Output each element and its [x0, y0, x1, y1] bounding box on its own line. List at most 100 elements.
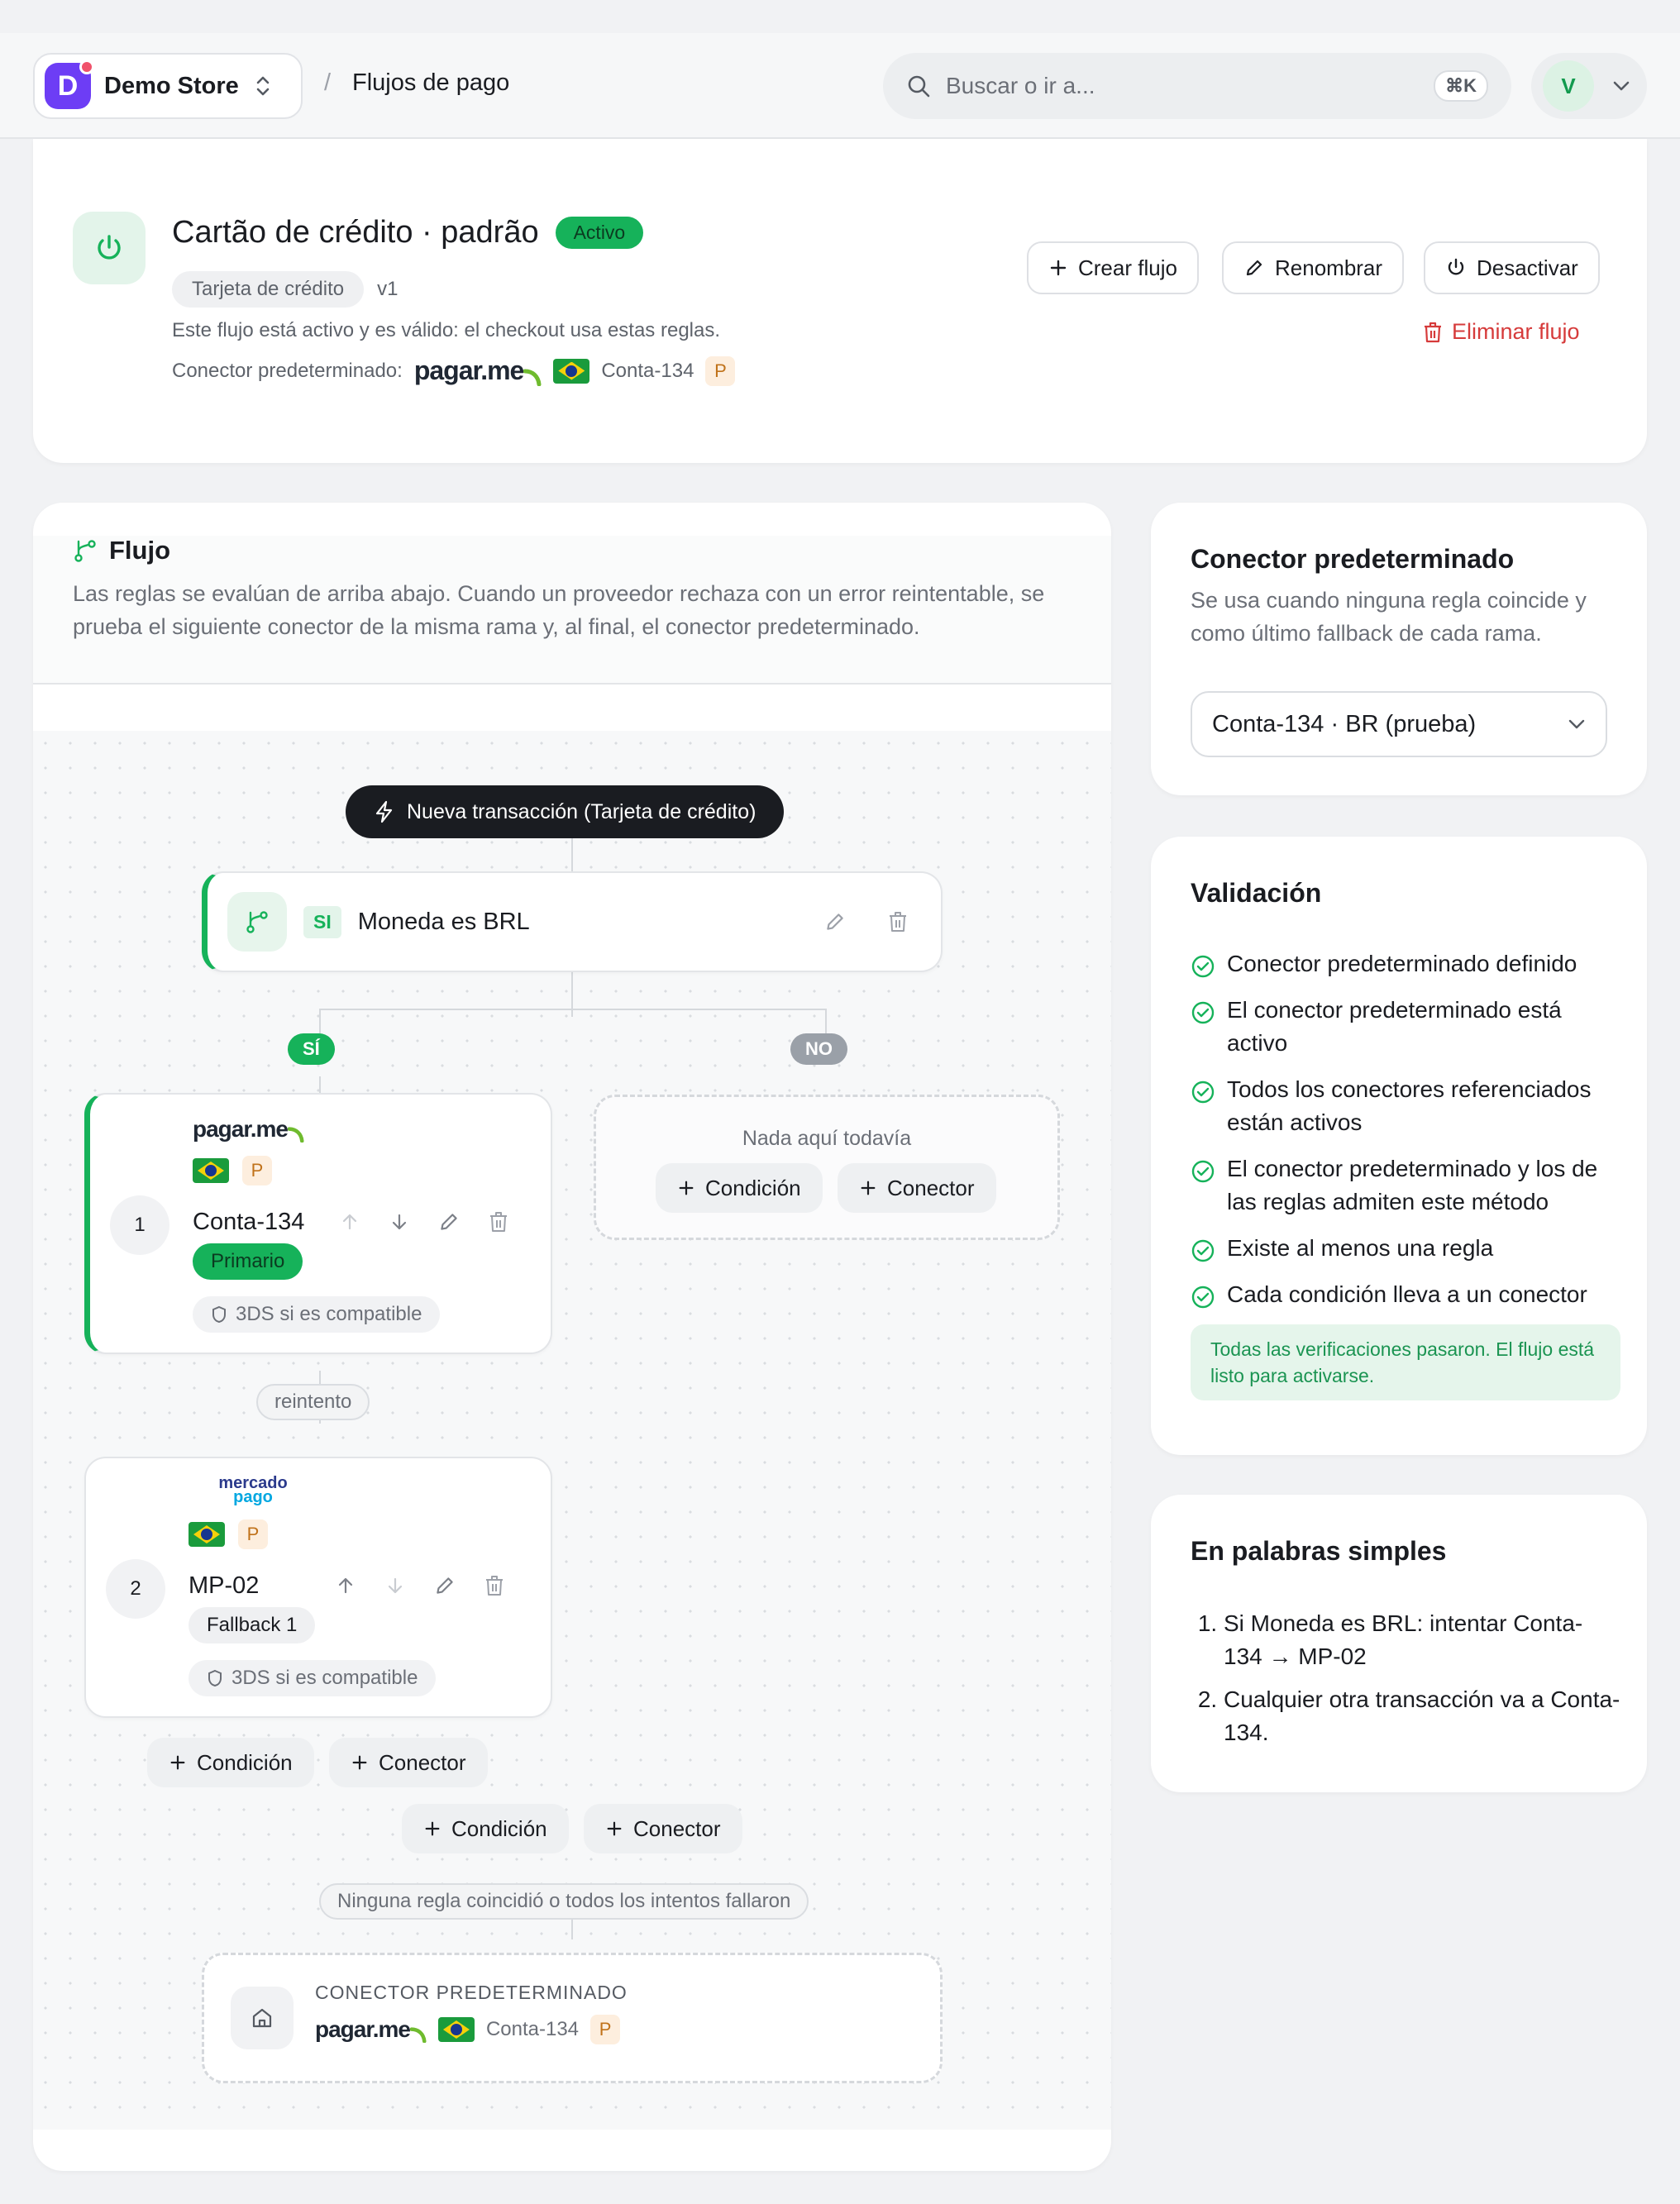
check-circle-icon — [1191, 955, 1215, 978]
validation-item: Todos los conectores referenciados están… — [1191, 1073, 1620, 1139]
arrow-down-icon[interactable] — [388, 1210, 411, 1233]
validation-summary: Todas las verificaciones pasaron. El flu… — [1191, 1324, 1620, 1400]
breadcrumb-current: Flujos de pago — [352, 69, 510, 96]
chevron-down-icon — [1568, 719, 1585, 729]
env-badge: P — [705, 355, 736, 386]
breadcrumb-separator: / — [324, 69, 332, 96]
check-circle-icon — [1191, 1160, 1215, 1183]
default-connector-summary: Conector predeterminado: pagar.me Conta-… — [172, 355, 736, 386]
validation-item-text: Existe al menos una regla — [1227, 1235, 1494, 1261]
connector-line — [319, 1009, 827, 1010]
role-badge: Primario — [193, 1243, 303, 1280]
flow-card: Flujo Las reglas se evalúan de arriba ab… — [33, 503, 1111, 2171]
create-flow-button[interactable]: Crear flujo — [1027, 241, 1199, 294]
add-connector-button[interactable]: Conector — [584, 1804, 742, 1853]
list-item: Cualquier otra transacción va a Conta-13… — [1224, 1683, 1620, 1749]
trigger-node[interactable]: Nueva transacción (Tarjeta de crédito) — [346, 785, 785, 838]
plus-icon — [425, 1821, 440, 1836]
brazil-flag-icon — [553, 358, 590, 384]
validation-item: Cada condición lleva a un conector — [1191, 1278, 1620, 1311]
pagarme-logo-text: pagar.me — [193, 1116, 289, 1142]
trash-icon[interactable] — [886, 910, 909, 933]
plus-icon — [170, 1755, 185, 1770]
add-connector-button[interactable]: Conector — [329, 1738, 488, 1787]
add-condition-label: Condición — [451, 1815, 547, 1841]
search-input[interactable] — [946, 73, 1420, 99]
edit-icon[interactable] — [823, 910, 847, 933]
page-title: Cartão de crédito · padrão — [172, 215, 539, 250]
store-switcher[interactable]: D Demo Store — [33, 53, 303, 119]
plus-icon — [679, 1181, 694, 1195]
flow-section-title: Flujo — [73, 536, 170, 565]
default-connector-select[interactable]: Conta-134 · BR (prueba) — [1191, 691, 1607, 757]
search-icon — [908, 75, 930, 98]
add-connector-button[interactable]: Conector — [838, 1163, 996, 1213]
trash-icon[interactable] — [483, 1574, 506, 1597]
plus-icon — [1050, 260, 1067, 276]
add-condition-button[interactable]: Condición — [402, 1804, 569, 1853]
connector-index: 1 — [110, 1195, 169, 1255]
list-item: Si Moneda es BRL: intentar Conta-134 → M… — [1224, 1607, 1620, 1673]
no-branch-empty: Nada aquí todavía Condición Conector — [594, 1095, 1060, 1240]
store-logo-initial: D — [57, 69, 79, 102]
default-connector-node[interactable]: CONECTOR PREDETERMINADO pagar.me Conta-1… — [202, 1953, 943, 2083]
add-condition-button[interactable]: Condición — [656, 1163, 823, 1213]
flow-card-header: Flujo Las reglas se evalúan de arriba ab… — [33, 536, 1111, 685]
deactivate-label: Desactivar — [1477, 255, 1578, 280]
flow-description: Este flujo está activo y es válido: el c… — [172, 319, 721, 341]
add-condition-label: Condición — [197, 1749, 293, 1775]
edit-icon[interactable] — [437, 1210, 461, 1233]
default-connector-label: CONECTOR PREDETERMINADO — [315, 1982, 628, 2003]
pagarme-logo-text: pagar.me — [315, 2016, 411, 2042]
create-flow-label: Crear flujo — [1078, 255, 1177, 280]
add-condition-button[interactable]: Condición — [147, 1738, 314, 1787]
deactivate-button[interactable]: Desactivar — [1424, 241, 1600, 294]
threeds-pill: 3DS si es compatible — [189, 1660, 437, 1696]
rename-button[interactable]: Renombrar — [1222, 241, 1405, 294]
select-value: Conta-134 · BR (prueba) — [1212, 710, 1477, 737]
search-bar[interactable]: ⌘K — [883, 53, 1511, 119]
validation-item-text: Conector predeterminado definido — [1227, 951, 1577, 976]
home-icon — [231, 1987, 294, 2049]
card-title: En palabras simples — [1191, 1536, 1447, 1566]
edit-icon[interactable] — [433, 1574, 456, 1597]
flow-title: Flujo — [109, 536, 171, 565]
store-logo: D — [45, 60, 94, 109]
flow-title-row: Cartão de crédito · padrão Activo — [172, 215, 644, 250]
simple-summary-list: Si Moneda es BRL: intentar Conta-134 → M… — [1224, 1607, 1620, 1749]
empty-state-text: Nada aquí todavía — [742, 1127, 912, 1150]
store-name: Demo Store — [104, 72, 239, 99]
chevron-updown-icon — [256, 76, 270, 96]
delete-flow-label: Eliminar flujo — [1452, 319, 1580, 344]
threeds-label: 3DS si es compatible — [231, 1667, 418, 1689]
validation-item-text: El conector predeterminado y los de las … — [1227, 1156, 1598, 1214]
power-icon — [1448, 258, 1464, 275]
add-condition-label: Condición — [705, 1175, 801, 1200]
flow-header-card: Cartão de crédito · padrão Activo Tarjet… — [33, 139, 1647, 463]
condition-node[interactable]: SI Moneda es BRL — [202, 871, 943, 972]
mercadopago-logo: mercado pago — [212, 1475, 294, 1505]
user-menu[interactable]: V — [1531, 53, 1647, 119]
connector-tags: P — [189, 1519, 268, 1549]
shield-icon — [212, 1305, 226, 1324]
trash-icon[interactable] — [487, 1210, 510, 1233]
card-title: Validación — [1191, 878, 1322, 908]
validation-item-text: Cada condición lleva a un conector — [1227, 1281, 1587, 1307]
validation-item: El conector predeterminado y los de las … — [1191, 1152, 1620, 1219]
check-circle-icon — [1191, 1001, 1215, 1024]
connector-node[interactable]: 1 pagar.me P Conta-134 Primario 3DS si e… — [84, 1093, 552, 1354]
default-connector-card: Conector predeterminado Se usa cuando ni… — [1151, 503, 1647, 795]
rename-label: Renombrar — [1275, 255, 1383, 280]
plus-icon — [607, 1821, 622, 1836]
pagarme-logo: pagar.me — [193, 1116, 304, 1143]
arrow-down-icon[interactable] — [384, 1574, 407, 1597]
connector-node[interactable]: 2 mercado pago P MP-02 Fallback 1 3DS si… — [84, 1457, 552, 1718]
arrow-up-icon[interactable] — [334, 1574, 357, 1597]
brazil-flag-icon — [437, 2017, 475, 2042]
plus-icon — [861, 1181, 876, 1195]
delete-flow-button[interactable]: Eliminar flujo — [1422, 319, 1580, 345]
flow-description-text: Las reglas se evalúan de arriba abajo. C… — [73, 581, 1045, 639]
arrow-up-icon[interactable] — [338, 1210, 361, 1233]
brazil-flag-icon — [189, 1522, 225, 1547]
method-pill: Tarjeta de crédito — [172, 271, 365, 308]
